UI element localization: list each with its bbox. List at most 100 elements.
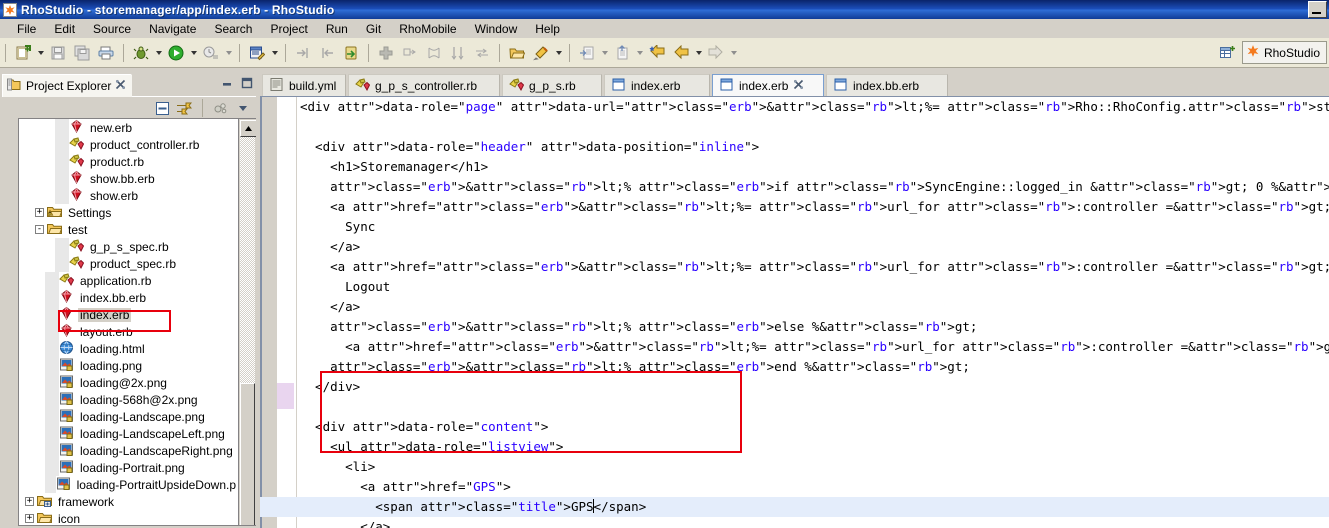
tree-item[interactable]: layout.erb bbox=[19, 323, 238, 340]
code-line[interactable]: Sync bbox=[297, 217, 1329, 237]
tree-item-selected[interactable]: index.erb bbox=[19, 306, 238, 323]
menu-edit[interactable]: Edit bbox=[45, 21, 84, 37]
link-with-editor-icon[interactable] bbox=[175, 99, 193, 117]
expand-icon[interactable]: + bbox=[35, 208, 44, 217]
back-icon[interactable] bbox=[670, 42, 692, 64]
tree-item[interactable]: application.rb bbox=[19, 272, 238, 289]
view-menu-icon[interactable] bbox=[212, 99, 230, 117]
open-folder-icon[interactable] bbox=[506, 42, 528, 64]
code-line[interactable]: attr">class="erb">&attr">class="rb">lt;%… bbox=[297, 317, 1329, 337]
code-line[interactable]: <a attr">href="attr">class="erb">&attr">… bbox=[297, 337, 1329, 357]
menu-window[interactable]: Window bbox=[466, 21, 527, 37]
menu-file[interactable]: File bbox=[8, 21, 45, 37]
editor-body[interactable]: <div attr">data-role="page" attr">data-u… bbox=[260, 96, 1329, 528]
tree-item[interactable]: loading-LandscapeLeft.png bbox=[19, 425, 238, 442]
code-line[interactable] bbox=[297, 117, 1329, 137]
expand-icon[interactable]: + bbox=[25, 497, 34, 506]
code-line[interactable]: <a attr">href="attr">class="erb">&attr">… bbox=[297, 197, 1329, 217]
view-dropdown-icon[interactable] bbox=[234, 99, 252, 117]
marker-icon[interactable] bbox=[530, 42, 552, 64]
project-explorer-tab[interactable]: Project Explorer bbox=[2, 74, 133, 97]
editor-tab-g-p-s-rb[interactable]: g_p_s.rb bbox=[502, 74, 602, 96]
menu-source[interactable]: Source bbox=[84, 21, 140, 37]
code-line[interactable]: </a> bbox=[297, 237, 1329, 257]
menu-run[interactable]: Run bbox=[317, 21, 357, 37]
collapse-all-icon[interactable] bbox=[153, 99, 171, 117]
tree-item[interactable]: loading-PortraitUpsideDown.p bbox=[19, 476, 238, 493]
maximize-view-icon[interactable] bbox=[240, 77, 254, 92]
new-editor-dropdown-icon[interactable] bbox=[269, 42, 280, 64]
close-icon[interactable] bbox=[115, 79, 126, 93]
expand-icon[interactable]: + bbox=[25, 514, 34, 523]
editor-tab-build-yml[interactable]: build.yml bbox=[262, 74, 346, 96]
new-editor-icon[interactable] bbox=[246, 42, 268, 64]
menu-rhomobile[interactable]: RhoMobile bbox=[390, 21, 465, 37]
editor-tab-index-erb[interactable]: index.erb bbox=[604, 74, 710, 96]
scrollbar-thumb[interactable] bbox=[240, 383, 255, 525]
close-icon[interactable] bbox=[793, 79, 804, 93]
tree-item[interactable]: loading@2x.png bbox=[19, 374, 238, 391]
code-line[interactable]: <span attr">class="title">GPS</span> bbox=[297, 497, 1329, 517]
code-line[interactable]: <div attr">data-role="header" attr">data… bbox=[297, 137, 1329, 157]
code-line[interactable]: <div attr">data-role="content"> bbox=[297, 417, 1329, 437]
run-icon[interactable] bbox=[165, 42, 187, 64]
tree-item[interactable]: show.erb bbox=[19, 187, 238, 204]
resume-icon[interactable] bbox=[340, 42, 362, 64]
minimize-button[interactable] bbox=[1308, 1, 1327, 18]
tree-item[interactable]: loading.png bbox=[19, 357, 238, 374]
tree-item[interactable]: + Settings bbox=[19, 204, 238, 221]
new-document-dropdown-icon[interactable] bbox=[35, 42, 46, 64]
minimize-view-icon[interactable] bbox=[220, 77, 234, 92]
source-code[interactable]: <div attr">data-role="page" attr">data-u… bbox=[297, 97, 1329, 528]
debug-icon[interactable] bbox=[130, 42, 152, 64]
tree-item[interactable]: + icon bbox=[19, 510, 238, 525]
tree-item[interactable]: loading-Landscape.png bbox=[19, 408, 238, 425]
perspective-rhostudio[interactable]: RhoStudio bbox=[1241, 41, 1327, 64]
code-line[interactable]: <h1>Storemanager</h1> bbox=[297, 157, 1329, 177]
open-perspective-icon[interactable] bbox=[1216, 42, 1240, 64]
code-line[interactable]: <ul attr">data-role="listview"> bbox=[297, 437, 1329, 457]
code-line[interactable] bbox=[297, 397, 1329, 417]
scrollbar-track[interactable] bbox=[240, 137, 255, 525]
tree-item[interactable]: - test bbox=[19, 221, 238, 238]
code-line[interactable]: <li> bbox=[297, 457, 1329, 477]
code-line[interactable]: attr">class="erb">&attr">class="rb">lt;%… bbox=[297, 177, 1329, 197]
code-line[interactable]: </a> bbox=[297, 517, 1329, 528]
back-dropdown-icon[interactable] bbox=[693, 42, 704, 64]
code-line[interactable]: <a attr">href="attr">class="erb">&attr">… bbox=[297, 257, 1329, 277]
tree-item[interactable]: g_p_s_spec.rb bbox=[19, 238, 238, 255]
menu-project[interactable]: Project bbox=[261, 21, 316, 37]
tree-item[interactable]: loading-568h@2x.png bbox=[19, 391, 238, 408]
tree-item[interactable]: + framework bbox=[19, 493, 238, 510]
debug-dropdown-icon[interactable] bbox=[153, 42, 164, 64]
menu-navigate[interactable]: Navigate bbox=[140, 21, 205, 37]
editor-tab-index-erb[interactable]: index.erb bbox=[712, 74, 824, 96]
new-document-icon[interactable] bbox=[12, 42, 34, 64]
editor-annotation-ruler[interactable] bbox=[260, 97, 277, 528]
print-icon[interactable] bbox=[95, 42, 117, 64]
code-line[interactable]: <div attr">data-role="page" attr">data-u… bbox=[297, 97, 1329, 117]
project-tree-scrollbar[interactable] bbox=[238, 119, 256, 525]
tree-item[interactable]: loading.html bbox=[19, 340, 238, 357]
tree-item[interactable]: product_spec.rb bbox=[19, 255, 238, 272]
editor-tab-index-bb-erb[interactable]: index.bb.erb bbox=[826, 74, 948, 96]
code-line[interactable]: attr">class="erb">&attr">class="rb">lt;%… bbox=[297, 357, 1329, 377]
tree-item[interactable]: loading-Portrait.png bbox=[19, 459, 238, 476]
collapse-icon[interactable]: - bbox=[35, 225, 44, 234]
editor-tab-g-p-s-controller-rb[interactable]: g_p_s_controller.rb bbox=[348, 74, 500, 96]
tree-item[interactable]: loading-LandscapeRight.png bbox=[19, 442, 238, 459]
code-line[interactable]: <a attr">href="GPS"> bbox=[297, 477, 1329, 497]
tree-item[interactable]: new.erb bbox=[19, 119, 238, 136]
marker-dropdown-icon[interactable] bbox=[553, 42, 564, 64]
tree-item[interactable]: product_controller.rb bbox=[19, 136, 238, 153]
menu-search[interactable]: Search bbox=[205, 21, 261, 37]
code-line[interactable]: Logout bbox=[297, 277, 1329, 297]
menu-git[interactable]: Git bbox=[357, 21, 390, 37]
project-tree[interactable]: new.erb product_controller.rb product.rb sh… bbox=[19, 119, 238, 525]
code-line[interactable]: </div> bbox=[297, 377, 1329, 397]
back-star-icon[interactable] bbox=[646, 42, 668, 64]
tree-item[interactable]: show.bb.erb bbox=[19, 170, 238, 187]
tree-item[interactable]: product.rb bbox=[19, 153, 238, 170]
tree-item[interactable]: index.bb.erb bbox=[19, 289, 238, 306]
run-dropdown-icon[interactable] bbox=[188, 42, 199, 64]
